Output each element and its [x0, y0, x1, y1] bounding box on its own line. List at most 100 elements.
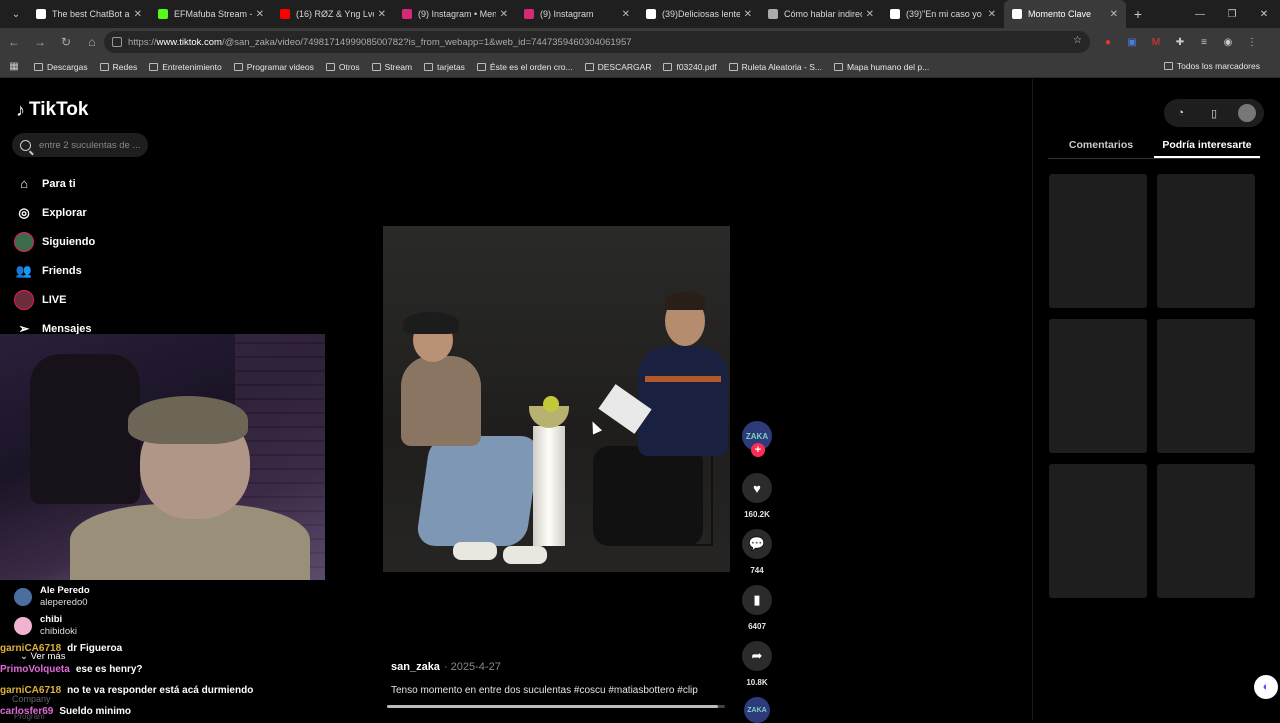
new-tab-button[interactable]: +	[1126, 6, 1150, 22]
comment-icon[interactable]: 💬	[742, 529, 772, 559]
person-left-cap	[403, 312, 459, 334]
restore-icon[interactable]: ❐	[1216, 0, 1248, 28]
gauge-icon[interactable]: ◔	[1172, 104, 1190, 122]
recommended-video-tile[interactable]	[1157, 464, 1255, 598]
suggested-accounts: Ale Peredo aleperedo0 chibi chibidoki	[14, 585, 90, 643]
bookmark-star-icon[interactable]: ☆	[1073, 35, 1082, 46]
heart-icon[interactable]: ♥	[742, 473, 772, 503]
browser-tab[interactable]: Cómo hablar indirect ✕	[760, 0, 882, 28]
tab-close-icon[interactable]: ✕	[500, 9, 508, 20]
close-window-icon[interactable]: ✕	[1248, 0, 1280, 28]
creator-avatar[interactable]: ZAKA +	[742, 421, 772, 457]
bookmark-item[interactable]: Mapa humano del p...	[833, 62, 929, 72]
extension-red-icon[interactable]: ●	[1100, 34, 1116, 50]
bookmark-item[interactable]: Redes	[99, 62, 137, 72]
browser-tab[interactable]: The best ChatBot and ✕	[28, 0, 150, 28]
back-icon[interactable]: ←	[2, 30, 26, 54]
bookmark-item[interactable]: Entretenimiento	[149, 62, 222, 72]
user-avatar[interactable]	[1238, 104, 1257, 122]
streamer-cap	[128, 396, 248, 444]
forward-icon[interactable]: →	[28, 30, 52, 54]
recommended-video-tile[interactable]	[1049, 174, 1147, 308]
nav-label: Siguiendo	[42, 235, 96, 248]
nav-item-explorar[interactable]: ◎ Explorar	[14, 198, 95, 227]
tab-podria-interesarte[interactable]: Podría interesarte	[1154, 137, 1260, 158]
bookmark-item[interactable]: Descargas	[34, 62, 88, 72]
chat-text: no te va responder está acá durmiendo	[67, 685, 254, 696]
author-handle[interactable]: san_zaka	[391, 661, 440, 673]
tab-close-icon[interactable]: ✕	[256, 9, 264, 20]
profile-icon[interactable]: ◉	[1220, 34, 1236, 50]
browser-tab[interactable]: (39)"En mi caso yo ga ✕	[882, 0, 1004, 28]
bookmark-item[interactable]: Otros	[325, 62, 360, 72]
browser-tab[interactable]: (16) RØZ & Yng Lvcas ✕	[272, 0, 394, 28]
extension-m-icon[interactable]: M	[1148, 34, 1164, 50]
bookmark-label: Entretenimiento	[162, 61, 222, 72]
music-disc-icon[interactable]: ZAKA	[744, 697, 770, 723]
suggested-account[interactable]: Ale Peredo aleperedo0	[14, 585, 90, 614]
tab-search-icon[interactable]: ⌄	[4, 3, 28, 25]
tiktok-logo[interactable]: ♪ TikTok	[16, 99, 88, 121]
video-progress-bar[interactable]	[387, 705, 725, 708]
all-bookmarks-folder[interactable]: Todos los marcadores	[1163, 61, 1272, 71]
recommended-video-tile[interactable]	[1157, 319, 1255, 453]
tab-close-icon[interactable]: ✕	[378, 9, 386, 20]
video-player[interactable]	[383, 226, 730, 572]
browser-tab[interactable]: Momento Clave ✕	[1004, 0, 1126, 28]
save-action[interactable]: ▮ 6407	[740, 585, 774, 631]
tab-close-icon[interactable]: ✕	[988, 9, 996, 20]
bookmark-item[interactable]: Programar videos	[233, 62, 314, 72]
browser-tab[interactable]: (9) Instagram • Mens ✕	[394, 0, 516, 28]
url-path: /@san_zaka/video/7498171499908500782?is_…	[221, 36, 632, 48]
nav-item-siguiendo[interactable]: Siguiendo	[14, 227, 95, 256]
search-icon[interactable]	[20, 139, 31, 151]
phone-icon[interactable]: ▯	[1205, 104, 1223, 122]
tab-close-icon[interactable]: ✕	[744, 9, 752, 20]
bookmark-item[interactable]: Stream	[371, 61, 413, 72]
search-input[interactable]: entre 2 suculentas de ...	[12, 133, 148, 157]
tab-comentarios[interactable]: Comentarios	[1048, 137, 1154, 158]
follow-plus-icon[interactable]: +	[751, 443, 765, 457]
browser-tab[interactable]: (9) Instagram ✕	[516, 0, 638, 28]
browser-menu-icon[interactable]: ⋮	[1244, 34, 1260, 50]
recommended-video-tile[interactable]	[1157, 174, 1255, 308]
tab-close-icon[interactable]: ✕	[1110, 9, 1118, 20]
translate-icon[interactable]: ▣	[1124, 34, 1140, 50]
tab-close-icon[interactable]: ✕	[622, 9, 630, 20]
bookmark-item[interactable]: f03240.pdf	[663, 62, 717, 72]
bookmark-icon[interactable]: ▮	[742, 585, 772, 615]
tab-close-icon[interactable]: ✕	[134, 9, 142, 20]
person-right-hair	[665, 292, 705, 310]
bookmark-item[interactable]: Ruleta Aleatoria - S...	[728, 62, 822, 72]
extensions-puzzle-icon[interactable]: ✚	[1172, 34, 1188, 50]
tab-favicon-icon	[890, 9, 900, 19]
reload-icon[interactable]: ↻	[54, 30, 78, 54]
share-action[interactable]: ➦ 10.8K	[740, 641, 774, 687]
account-name: chibi	[40, 614, 63, 625]
url-field[interactable]: https://www.tiktok.com/@san_zaka/video/7…	[104, 31, 1090, 53]
home-icon[interactable]: ⌂	[80, 30, 104, 54]
recommended-video-tile[interactable]	[1049, 319, 1147, 453]
person-left-body	[401, 356, 481, 446]
comment-action[interactable]: 💬 744	[740, 529, 774, 575]
tab-title: (16) RØZ & Yng Lvcas	[296, 9, 374, 19]
bookmark-item[interactable]: Éste es el orden cro...	[476, 62, 573, 72]
minimize-icon[interactable]: —	[1184, 0, 1216, 28]
share-icon[interactable]: ➦	[742, 641, 772, 671]
floating-extension-icon[interactable]: ◐	[1254, 675, 1278, 699]
nav-item-live[interactable]: LIVE	[14, 285, 95, 314]
tab-close-icon[interactable]: ✕	[866, 9, 874, 20]
like-action[interactable]: ♥ 160.2K	[740, 473, 774, 519]
browser-tab[interactable]: EFMafuba Stream - W ✕	[150, 0, 272, 28]
bookmark-item[interactable]: DESCARGAR	[584, 62, 651, 72]
video-author[interactable]: san_zaka · 2025-4-27	[391, 661, 501, 673]
nav-item-friends[interactable]: 👥 Friends	[14, 256, 95, 285]
recommended-video-tile[interactable]	[1049, 464, 1147, 598]
bookmark-item[interactable]: tarjetas	[424, 62, 465, 72]
bookmark-label: Stream	[384, 61, 413, 72]
browser-tab[interactable]: (39)Deliciosas lentej ✕	[638, 0, 760, 28]
apps-grid-icon[interactable]: ▦	[8, 61, 20, 73]
site-info-icon[interactable]	[112, 37, 122, 47]
nav-item-para-ti[interactable]: ⌂ Para ti	[14, 169, 95, 198]
media-control-icon[interactable]: ≡	[1196, 34, 1212, 50]
